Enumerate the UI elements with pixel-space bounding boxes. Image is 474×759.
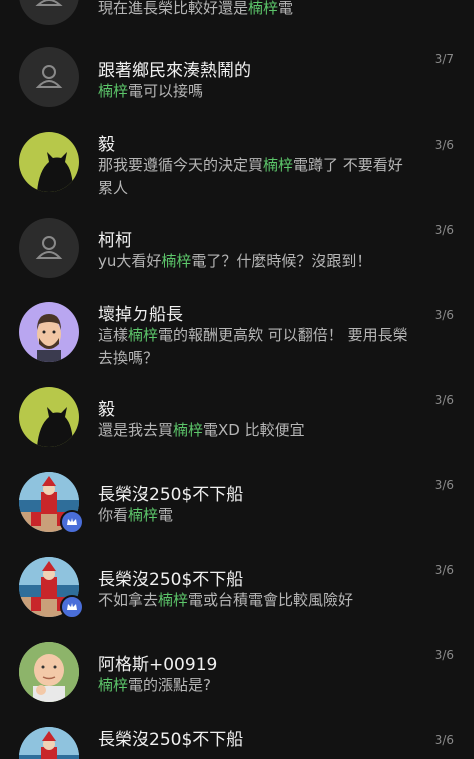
keyword-highlight: 楠梓: [161, 252, 192, 270]
comment-text: 楠梓電可以接嗎: [98, 82, 204, 100]
user-name[interactable]: 跟著鄉民來湊熱鬧的: [98, 56, 251, 81]
comment-text: 現在進長榮比較好還是楠梓電: [98, 0, 294, 17]
comment-text: 那我要遵循今天的決定買楠梓電蹲了 不要看好累人: [98, 156, 403, 197]
comment-date: 3/6: [434, 393, 454, 407]
comment-text: 這樣楠梓電的報酬更高欸 可以翻倍！ 要用長榮去換嗎？: [98, 326, 408, 367]
default-avatar-icon[interactable]: [19, 47, 79, 107]
comment-text: 不如拿去楠梓電或台積電會比較風險好: [98, 591, 354, 609]
cat-avatar-icon[interactable]: [19, 387, 79, 447]
list-item[interactable]: 長榮沒250$不下船 3/6: [0, 719, 474, 759]
crown-badge-icon: [60, 595, 84, 619]
list-item[interactable]: 柯柯 3/6 yu大看好楠梓電了？什麼時候？沒跟到！: [0, 209, 474, 294]
comment-text: 你看楠梓電: [98, 506, 174, 524]
list-item[interactable]: 長榮沒250$不下船 3/6 你看楠梓電: [0, 464, 474, 549]
comment-date: 3/7: [434, 52, 454, 66]
user-name[interactable]: 毅: [98, 130, 115, 155]
list-item[interactable]: 毅 3/6 還是我去買楠梓電XD 比較便宜: [0, 379, 474, 464]
keyword-highlight: 楠梓: [173, 421, 204, 439]
comment-text: 還是我去買楠梓電XD 比較便宜: [98, 421, 305, 439]
user-name[interactable]: 毅: [98, 395, 115, 420]
keyword-highlight: 楠梓: [248, 0, 279, 17]
list-item[interactable]: 壞掉ㄉ船長 3/6 這樣楠梓電的報酬更高欸 可以翻倍！ 要用長榮去換嗎？: [0, 294, 474, 379]
comment-text: 楠梓電的漲點是?: [98, 676, 211, 694]
default-avatar-icon[interactable]: [19, 218, 79, 278]
comment-date: 3/6: [434, 478, 454, 492]
comment-date: 3/6: [434, 138, 454, 152]
baby-avatar-icon[interactable]: [19, 642, 79, 702]
comment-date: 3/6: [434, 223, 454, 237]
keyword-highlight: 楠梓: [98, 82, 129, 100]
keyword-highlight: 楠梓: [128, 506, 159, 524]
user-name[interactable]: 長榮沒250$不下船: [98, 480, 243, 505]
cat-avatar-icon[interactable]: [19, 132, 79, 192]
list-item[interactable]: 阿格斯+00919 3/6 楠梓電的漲點是?: [0, 634, 474, 719]
comment-date: 3/6: [434, 733, 454, 747]
user-name[interactable]: 長榮沒250$不下船: [98, 565, 243, 590]
user-name[interactable]: 壞掉ㄉ船長: [98, 300, 183, 325]
user-name[interactable]: 阿格斯+00919: [98, 650, 217, 675]
santa-beach-avatar-icon[interactable]: [19, 727, 79, 759]
crown-badge-icon: [60, 510, 84, 534]
keyword-highlight: 楠梓: [158, 591, 189, 609]
default-avatar-icon[interactable]: [19, 0, 79, 25]
comment-text: yu大看好楠梓電了？什麼時候？沒跟到！: [98, 252, 372, 270]
keyword-highlight: 楠梓: [128, 326, 159, 344]
keyword-highlight: 楠梓: [98, 676, 129, 694]
comment-date: 3/6: [434, 308, 454, 322]
list-item[interactable]: 現在進長榮比較好還是楠梓電: [0, 0, 474, 37]
comment-date: 3/6: [434, 648, 454, 662]
keyword-highlight: 楠梓: [263, 156, 294, 174]
user-name[interactable]: 柯柯: [98, 226, 132, 251]
comment-date: 3/6: [434, 563, 454, 577]
user-name[interactable]: 長榮沒250$不下船: [98, 725, 243, 750]
list-item[interactable]: 長榮沒250$不下船 3/6 不如拿去楠梓電或台積電會比較風險好: [0, 549, 474, 634]
list-item[interactable]: 毅 3/6 那我要遵循今天的決定買楠梓電蹲了 不要看好累人: [0, 124, 474, 209]
bearded-man-avatar-icon[interactable]: [19, 302, 79, 362]
list-item[interactable]: 跟著鄉民來湊熱鬧的 3/7 楠梓電可以接嗎: [0, 40, 474, 125]
